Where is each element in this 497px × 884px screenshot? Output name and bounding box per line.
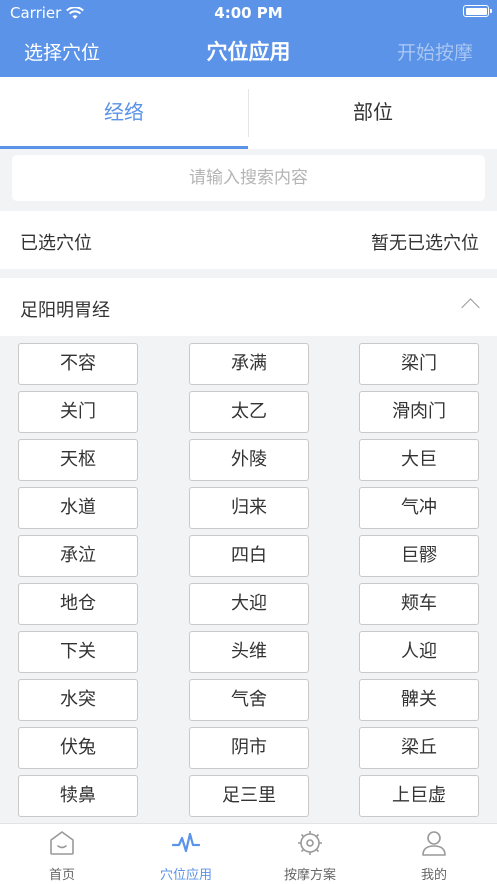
acupoint-button[interactable]: 伏兔: [18, 727, 138, 769]
massage-gear-icon: [298, 831, 322, 855]
meridian-title: 足阳明胃经: [20, 300, 110, 321]
search-area: 请输入搜索内容: [0, 149, 497, 209]
selected-points-label: 已选穴位: [20, 233, 92, 254]
tab-body-part[interactable]: 部位: [249, 77, 497, 149]
acupoint-button[interactable]: 水突: [18, 679, 138, 721]
acupoint-button[interactable]: 阴市: [189, 727, 309, 769]
tabbar-label-massage-plan: 按摩方案: [283, 868, 336, 883]
acupoint-button[interactable]: 人迎: [359, 631, 479, 673]
acupoint-button[interactable]: 水道: [18, 487, 138, 529]
tabbar-item-mine[interactable]: 我的: [372, 824, 496, 884]
acupoint-button[interactable]: 地仓: [18, 583, 138, 625]
meridian-section-header[interactable]: 足阳明胃经: [0, 278, 497, 336]
pulse-icon: [172, 832, 200, 853]
user-icon: [422, 831, 446, 856]
battery-icon: [463, 5, 492, 17]
acupoint-button[interactable]: 气冲: [359, 487, 479, 529]
acupoint-grid: 不容 承满 梁门关门 太乙 滑肉门天枢 外陵 大巨水道 归来 气冲承泣 四白 巨髎地仓 大迎 颊车下关 头…: [0, 336, 497, 826]
acupoint-button[interactable]: 承泣: [18, 535, 138, 577]
tabbar-item-home[interactable]: 首页: [0, 824, 124, 884]
acupoint-button[interactable]: 太乙: [189, 391, 309, 433]
bottom-tab-bar: 首页 穴位应用 按摩方案 我的: [0, 823, 497, 884]
acupoint-button[interactable]: 外陵: [189, 439, 309, 481]
home-icon: [50, 831, 74, 855]
acupoint-button[interactable]: 髀关: [359, 679, 479, 721]
acupoint-button[interactable]: 关门: [18, 391, 138, 433]
acupoint-button[interactable]: 下关: [18, 631, 138, 673]
acupoint-button[interactable]: 梁丘: [359, 727, 479, 769]
navigation-bar: 选择穴位 穴位应用 开始按摩: [0, 26, 497, 74]
selected-points-row[interactable]: 已选穴位 暂无已选穴位: [0, 211, 497, 269]
chevron-up-icon[interactable]: [461, 298, 480, 317]
status-bar: Carrier 4:00 PM: [0, 0, 497, 24]
selected-points-value: 暂无已选穴位: [371, 233, 479, 254]
acupoint-button[interactable]: 四白: [189, 535, 309, 577]
tabbar-item-acupoint[interactable]: 穴位应用: [124, 824, 248, 884]
tabbar-item-massage-plan[interactable]: 按摩方案: [248, 824, 372, 884]
acupoint-button[interactable]: 大迎: [189, 583, 309, 625]
acupoint-button[interactable]: 头维: [189, 631, 309, 673]
tabbar-label-mine: 我的: [420, 868, 447, 883]
acupoint-button[interactable]: 梁门: [359, 343, 479, 385]
acupoint-button[interactable]: 承满: [189, 343, 309, 385]
acupoint-button[interactable]: 天枢: [18, 439, 138, 481]
category-tabs: 经络 部位: [0, 77, 497, 149]
status-time: 4:00 PM: [214, 4, 283, 22]
acupoint-button[interactable]: 滑肉门: [359, 391, 479, 433]
acupoint-button[interactable]: 气舍: [189, 679, 309, 721]
acupoint-button[interactable]: 上巨虚: [359, 775, 479, 817]
acupoint-button[interactable]: 不容: [18, 343, 138, 385]
acupoint-button[interactable]: 巨髎: [359, 535, 479, 577]
acupoint-button[interactable]: 犊鼻: [18, 775, 138, 817]
tabbar-label-home: 首页: [48, 868, 75, 883]
acupoint-button[interactable]: 足三里: [189, 775, 309, 817]
acupoint-button[interactable]: 归来: [189, 487, 309, 529]
search-input[interactable]: 请输入搜索内容: [12, 155, 485, 201]
tabbar-label-acupoint: 穴位应用: [159, 868, 212, 883]
app-header: Carrier 4:00 PM 选择穴位 穴位应用 开始按摩: [0, 0, 497, 77]
acupoint-button[interactable]: 颊车: [359, 583, 479, 625]
tab-meridian[interactable]: 经络: [0, 77, 248, 149]
start-massage-button[interactable]: 开始按摩: [397, 38, 473, 65]
acupoint-button[interactable]: 大巨: [359, 439, 479, 481]
